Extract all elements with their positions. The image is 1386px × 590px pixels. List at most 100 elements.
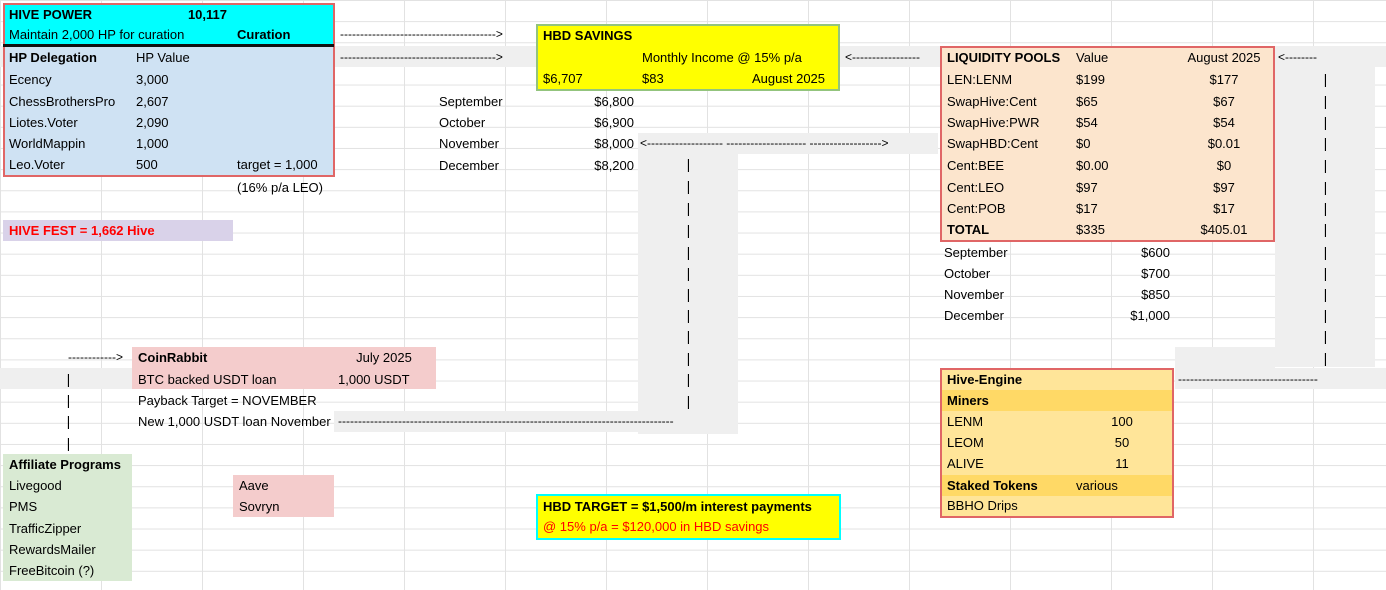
loan-value: 1,000 USDT bbox=[338, 372, 410, 387]
hbd-projection-value: $8,200 bbox=[594, 158, 634, 173]
pool-name: Cent:LEO bbox=[947, 180, 1005, 195]
hbd-savings-amount: $6,707 bbox=[543, 71, 583, 86]
connector-line: | bbox=[1323, 244, 1328, 260]
pool-name: SwapHive:PWR bbox=[947, 115, 1040, 130]
affiliate-item: RewardsMailer bbox=[9, 542, 96, 557]
delegation-name: Liotes.Voter bbox=[9, 115, 78, 130]
connector-line: | bbox=[1323, 286, 1328, 302]
pool-aug-value: $0 bbox=[1216, 158, 1232, 173]
connector-line: | bbox=[686, 371, 691, 387]
hbd-projection-value: $6,800 bbox=[594, 94, 634, 109]
coinrabbit-month: July 2025 bbox=[356, 350, 412, 365]
connector-line: | bbox=[1323, 350, 1328, 366]
connector-line: | bbox=[66, 371, 71, 387]
delegation-value: 3,000 bbox=[136, 72, 169, 87]
connector-line: | bbox=[686, 307, 691, 323]
pool-aug-value: $67 bbox=[1213, 94, 1235, 109]
liquidity-projection-month: September bbox=[944, 245, 1008, 260]
connector-line: | bbox=[686, 222, 691, 238]
connector-line: | bbox=[686, 328, 691, 344]
connector-line: | bbox=[686, 200, 691, 216]
pool-value: $97 bbox=[1076, 180, 1098, 195]
hbd-target-line2: @ 15% p/a = $120,000 in HBD savings bbox=[543, 519, 770, 534]
delegation-value: 2,607 bbox=[136, 94, 169, 109]
pool-value: $17 bbox=[1076, 201, 1098, 216]
new-loan-note: New 1,000 USDT loan November bbox=[138, 414, 331, 429]
connector-line: | bbox=[1323, 93, 1328, 109]
delegation-name: WorldMappin bbox=[9, 136, 86, 151]
delegation-name: Ecency bbox=[9, 72, 52, 87]
affiliate-item: TrafficZipper bbox=[9, 521, 82, 536]
connector-line: | bbox=[66, 413, 71, 429]
arrow-from-liquidity: <----------------- bbox=[845, 50, 920, 64]
curation-label: Curation bbox=[237, 27, 291, 42]
connector-line: | bbox=[686, 286, 691, 302]
miner-value: 100 bbox=[1111, 414, 1133, 429]
arrow-hive-engine-link: ----------------------------------- bbox=[1178, 372, 1318, 386]
pool-aug-value: $0.01 bbox=[1207, 136, 1241, 151]
liquidity-total-label: TOTAL bbox=[947, 222, 990, 237]
connector-line: | bbox=[1323, 135, 1328, 151]
connector-line: | bbox=[1323, 157, 1328, 173]
payback-target: Payback Target = NOVEMBER bbox=[138, 393, 317, 408]
hbd-savings-title: HBD SAVINGS bbox=[543, 28, 633, 43]
arrow-to-coinrabbit: ------------> bbox=[68, 350, 123, 364]
connector-line: | bbox=[686, 393, 691, 409]
miner-name: LENM bbox=[947, 414, 984, 429]
hbd-savings-month: August 2025 bbox=[752, 71, 826, 86]
liquidity-projection-value: $1,000 bbox=[1130, 308, 1170, 323]
monthly-income-value: $83 bbox=[642, 71, 664, 86]
leo-target: target = 1,000 bbox=[237, 157, 318, 172]
hbd-target-line1: HBD TARGET = $1,500/m interest payments bbox=[543, 499, 812, 514]
liquidity-projection-value: $600 bbox=[1141, 245, 1170, 260]
connector-line: | bbox=[1323, 200, 1328, 216]
liquidity-projection-month: November bbox=[944, 287, 1004, 302]
liquidity-projection-value: $850 bbox=[1141, 287, 1170, 302]
staked-tokens-label: Staked Tokens bbox=[947, 478, 1038, 493]
connector-line: | bbox=[686, 350, 691, 366]
pool-value: $199 bbox=[1076, 72, 1105, 87]
coinrabbit-title: CoinRabbit bbox=[138, 350, 208, 365]
delegation-name: ChessBrothersPro bbox=[9, 94, 116, 109]
delegation-value: 500 bbox=[136, 157, 158, 172]
loan-label: BTC backed USDT loan bbox=[138, 372, 277, 387]
connector-line: | bbox=[1323, 71, 1328, 87]
arrow-to-hbd-savings: ---------------------------------------> bbox=[340, 27, 503, 41]
pool-value: $65 bbox=[1076, 94, 1098, 109]
connector-line: | bbox=[66, 435, 71, 451]
connector-line: | bbox=[1323, 265, 1328, 281]
defi-item-sovryn: Sovryn bbox=[239, 499, 280, 514]
connector-line: | bbox=[686, 244, 691, 260]
pool-aug-value: $97 bbox=[1213, 180, 1235, 195]
pool-value: $0 bbox=[1076, 136, 1091, 151]
pool-name: Cent:BEE bbox=[947, 158, 1005, 173]
pool-aug-value: $17 bbox=[1213, 201, 1235, 216]
pool-name: LEN:LENM bbox=[947, 72, 1013, 87]
hbd-projection-month: September bbox=[439, 94, 503, 109]
miner-name: ALIVE bbox=[947, 456, 984, 471]
pool-name: SwapHBD:Cent bbox=[947, 136, 1039, 151]
connector-line: | bbox=[686, 265, 691, 281]
delegation-value: 2,090 bbox=[136, 115, 169, 130]
pool-name: SwapHive:Cent bbox=[947, 94, 1037, 109]
miner-value: 50 bbox=[1114, 435, 1130, 450]
miners-label: Miners bbox=[947, 393, 989, 408]
defi-item-aave: Aave bbox=[239, 478, 269, 493]
arrow-to-liquidity: <-------- bbox=[1278, 50, 1317, 64]
pool-aug-value: $54 bbox=[1213, 115, 1235, 130]
leo-apr-note: (16% p/a LEO) bbox=[237, 180, 323, 195]
hbd-projection-month: December bbox=[439, 158, 499, 173]
arrow-new-loan-link: ----------------------------------------… bbox=[338, 414, 674, 428]
maintain-hp-note: Maintain 2,000 HP for curation bbox=[9, 27, 185, 42]
liquidity-projection-month: December bbox=[944, 308, 1004, 323]
monthly-income-label: Monthly Income @ 15% p/a bbox=[642, 50, 802, 65]
hbd-projection-value: $8,000 bbox=[594, 136, 634, 151]
delegation-header: HP Delegation bbox=[9, 50, 97, 65]
hbd-projection-month: October bbox=[439, 115, 486, 130]
pool-value: $54 bbox=[1076, 115, 1098, 130]
pool-aug-value: $177 bbox=[1209, 72, 1239, 87]
connector-line: | bbox=[1323, 114, 1328, 130]
hive-fest-note: HIVE FEST = 1,662 Hive bbox=[9, 223, 155, 238]
arrow-to-hbd-savings: ---------------------------------------> bbox=[340, 50, 503, 64]
connector-line: | bbox=[66, 392, 71, 408]
